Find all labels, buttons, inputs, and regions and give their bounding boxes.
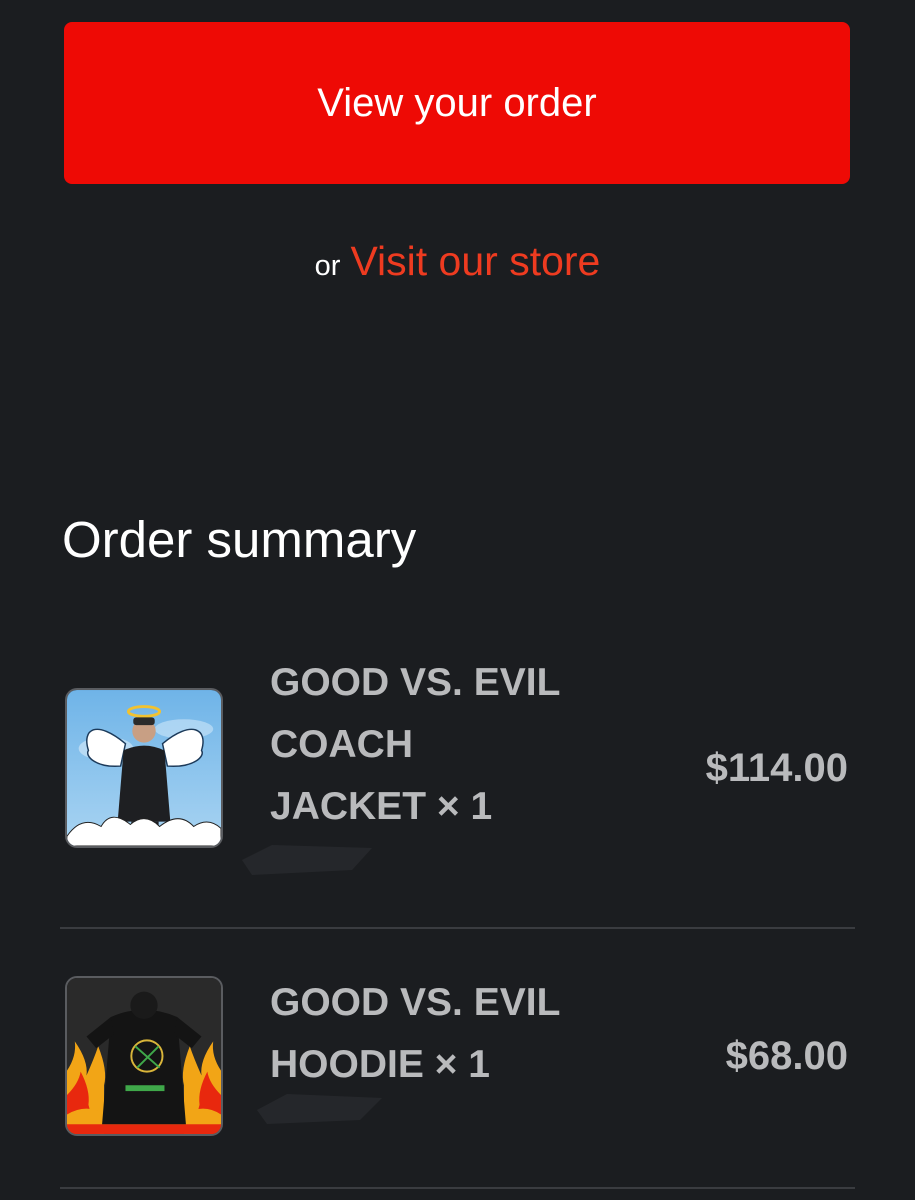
- item-name-line: GOOD VS. EVIL: [270, 981, 561, 1024]
- order-item: GOOD VS. EVIL HOODIE × 1 $68.00: [62, 970, 852, 1170]
- or-text: or: [314, 250, 341, 282]
- redaction-smudge: [257, 1094, 382, 1124]
- order-summary-title: Order summary: [62, 511, 417, 568]
- flame-hoodie-image: [67, 978, 221, 1134]
- item-divider: [60, 927, 855, 929]
- item-divider: [60, 1187, 855, 1189]
- item-name-line: GOOD VS. EVIL: [270, 661, 561, 704]
- order-confirmation-page: View your order or Visit our store Order …: [0, 0, 915, 1200]
- product-thumbnail-hoodie: [65, 976, 223, 1136]
- visit-store-line: or Visit our store: [0, 238, 915, 285]
- redaction-smudge: [242, 845, 372, 875]
- item-name-line: JACKET × 1: [270, 785, 493, 828]
- item-price: $68.00: [725, 1034, 848, 1078]
- item-name: GOOD VS. EVIL HOODIE × 1: [270, 972, 610, 1096]
- item-name-line: HOODIE × 1: [270, 1043, 490, 1086]
- order-item: GOOD VS. EVIL COACH JACKET × 1 $114.00: [62, 650, 852, 890]
- view-order-button[interactable]: View your order: [64, 22, 850, 184]
- item-name: GOOD VS. EVIL COACH JACKET × 1: [270, 652, 610, 838]
- item-price: $114.00: [705, 746, 848, 790]
- visit-store-link[interactable]: Visit our store: [350, 238, 600, 284]
- angel-jacket-image: [67, 690, 221, 846]
- product-thumbnail-jacket: [65, 688, 223, 848]
- item-name-line: COACH: [270, 723, 413, 766]
